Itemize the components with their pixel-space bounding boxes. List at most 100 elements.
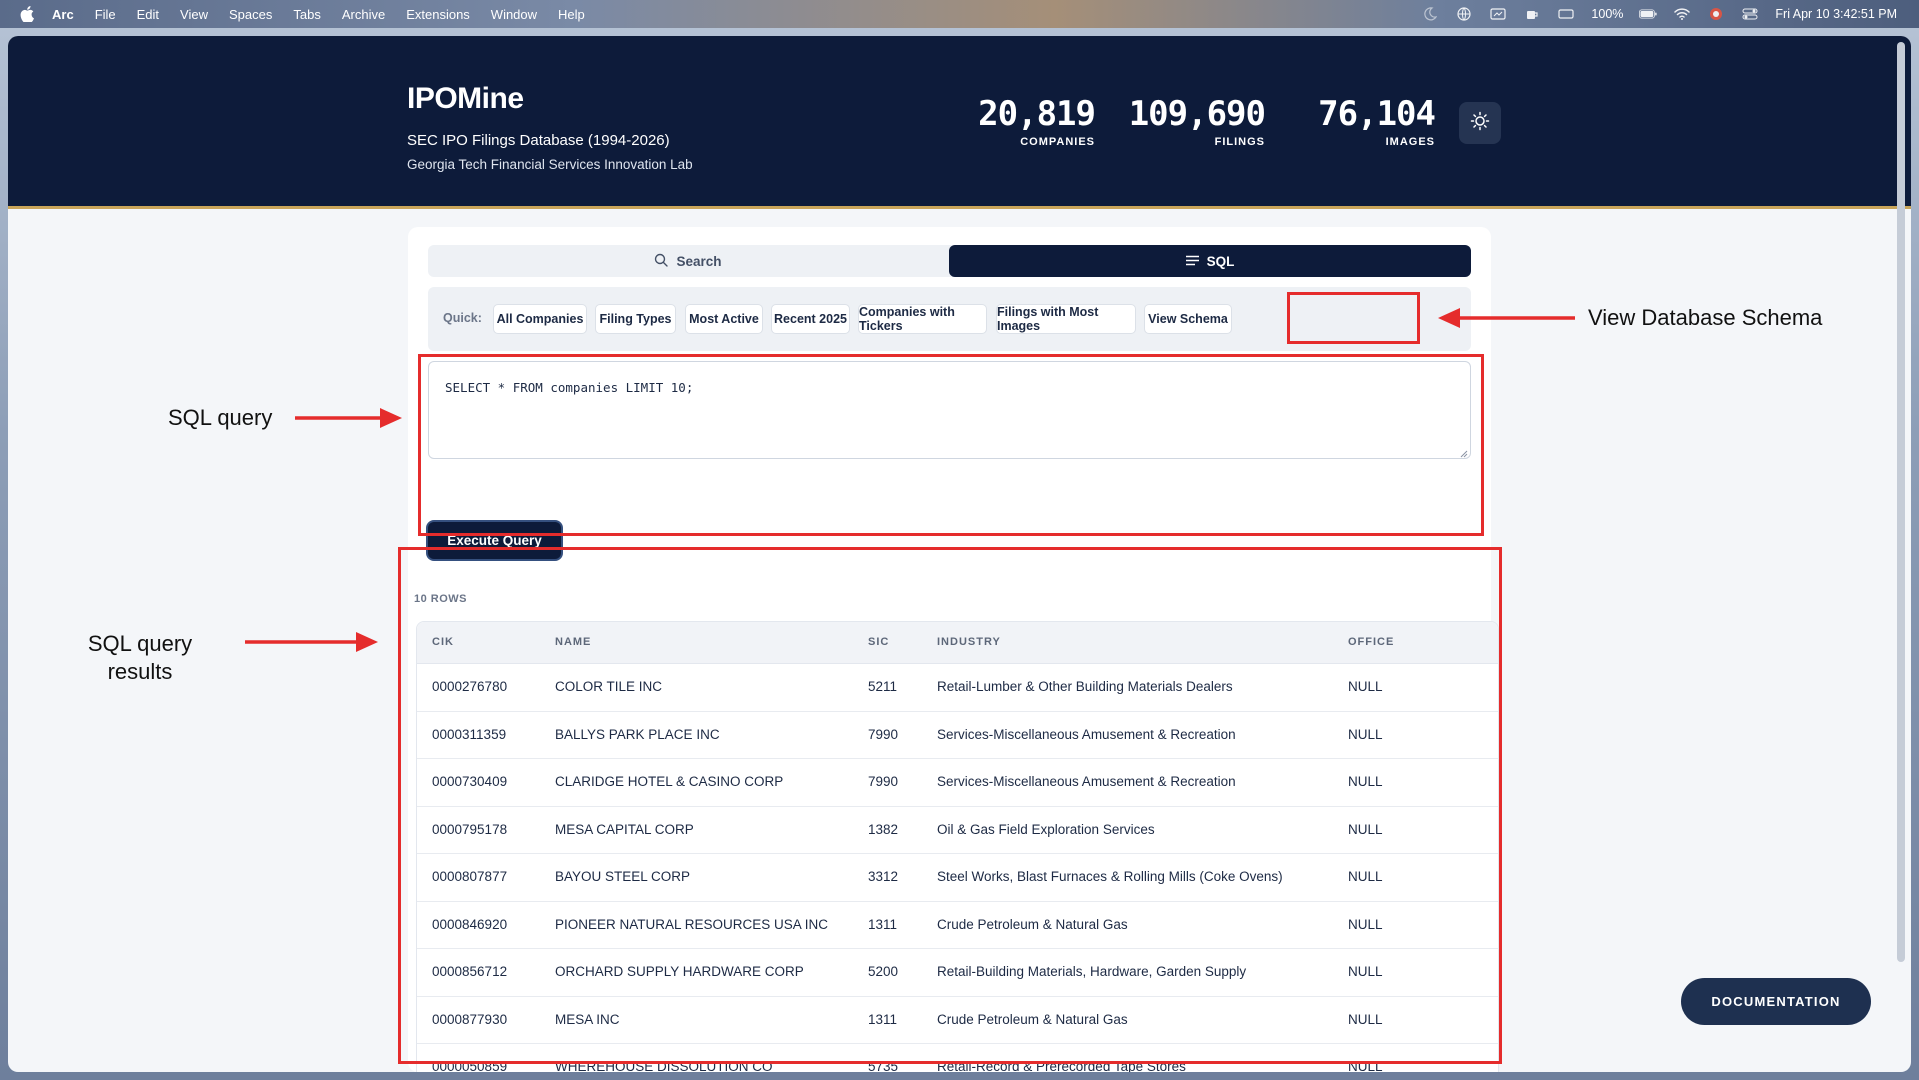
cell-industry: Services-Miscellaneous Amusement & Recre…	[937, 726, 1236, 742]
cell-industry: Retail-Record & Prerecorded Tape Stores	[937, 1059, 1186, 1072]
menu-window[interactable]: Window	[491, 7, 537, 22]
column-header-office[interactable]: OFFICE	[1348, 636, 1394, 648]
cell-industry: Services-Miscellaneous Amusement & Recre…	[937, 774, 1236, 789]
quick-all-companies-button[interactable]: All Companies	[493, 304, 587, 334]
resize-handle-icon[interactable]	[1458, 446, 1468, 458]
cell-name: BAYOU STEEL CORP	[555, 869, 691, 884]
cell-cik: 0000795178	[432, 821, 508, 837]
theme-toggle-button[interactable]	[1459, 102, 1501, 144]
cell-industry: Crude Petroleum & Natural Gas	[937, 916, 1128, 932]
macos-menubar: Arc File Edit View Spaces Tabs Archive E…	[0, 0, 1919, 28]
menu-file[interactable]: File	[95, 7, 116, 22]
column-header-cik[interactable]: CIK	[432, 636, 454, 648]
table-row[interactable]: 0000276780 COLOR TILE INC 5211 Retail-Lumbe…	[417, 664, 1498, 712]
cell-office: NULL	[1348, 964, 1383, 979]
mode-tabs: Search SQL	[428, 245, 1471, 277]
table-row[interactable]: 0000730409 CLARIDGE HOTEL & CASINO CORP 79…	[417, 759, 1498, 807]
menu-app-name[interactable]: Arc	[52, 7, 74, 22]
cell-sic: 7990	[868, 774, 899, 789]
documentation-button[interactable]: DOCUMENTATION	[1681, 978, 1871, 1025]
table-row[interactable]: 0000311359 BALLYS PARK PLACE INC 7990 Servi…	[417, 712, 1498, 759]
cell-industry: Retail-Building Materials, Hardware, Gar…	[937, 964, 1247, 979]
menu-extensions[interactable]: Extensions	[406, 7, 470, 22]
column-header-name[interactable]: NAME	[555, 636, 591, 648]
table-row[interactable]: 0000846920 PIONEER NATURAL RESOURCES USA …	[417, 902, 1498, 949]
quick-filings-most-images-button[interactable]: Filings with Most Images	[996, 304, 1136, 334]
profile-icon[interactable]	[1707, 7, 1725, 21]
results-row-count: 10 ROWS	[414, 593, 468, 605]
tab-label: SQL	[1206, 253, 1235, 269]
quick-most-active-button[interactable]: Most Active	[685, 304, 763, 334]
apple-logo-icon[interactable]	[20, 6, 36, 22]
cell-office: NULL	[1348, 916, 1383, 932]
tab-label: Search	[676, 253, 722, 269]
tab-search[interactable]: Search	[428, 245, 948, 277]
screen-icon[interactable]	[1489, 7, 1507, 21]
annotation-label-results: SQL query results	[84, 630, 196, 686]
window-scrollbar[interactable]	[1897, 42, 1905, 962]
table-row[interactable]: 0000050859 WHEREHOUSE DISSOLUTION CO 5735 R…	[417, 1044, 1498, 1072]
cell-cik: 0000311359	[432, 726, 507, 742]
battery-icon[interactable]	[1639, 7, 1658, 21]
tab-sql[interactable]: SQL	[949, 245, 1471, 277]
cell-office: NULL	[1348, 1011, 1383, 1027]
app-lab-name: Georgia Tech Financial Services Innovati…	[407, 157, 693, 172]
cell-office: NULL	[1348, 1059, 1383, 1072]
quick-companies-with-tickers-button[interactable]: Companies with Tickers	[858, 304, 987, 334]
menu-archive[interactable]: Archive	[342, 7, 385, 22]
stat-value: 20,819	[978, 94, 1096, 134]
column-header-sic[interactable]: SIC	[868, 636, 889, 648]
sql-query-text: SELECT * FROM companies LIMIT 10;	[445, 380, 694, 395]
table-row[interactable]: 0000795178 MESA CAPITAL CORP 1382 Oil & Gas…	[417, 807, 1498, 854]
cell-cik: 0000846920	[432, 916, 508, 932]
menu-spaces[interactable]: Spaces	[229, 7, 272, 22]
quick-recent-2025-button[interactable]: Recent 2025	[771, 304, 850, 334]
menu-view[interactable]: View	[180, 7, 208, 22]
execute-query-button[interactable]: Execute Query	[428, 522, 561, 559]
cell-cik: 0000877930	[432, 1011, 508, 1027]
stat-companies: 20,819 COMPANIES	[965, 94, 1096, 148]
quick-queries-bar: Quick: All Companies Filing Types Most A…	[428, 287, 1471, 351]
cell-industry: Crude Petroleum & Natural Gas	[937, 1011, 1128, 1027]
results-table: CIK NAME SIC INDUSTRY OFFICE 0000276780 C…	[416, 621, 1499, 1072]
annotation-label-results-line1: SQL query	[87, 631, 193, 656]
menu-edit[interactable]: Edit	[137, 7, 159, 22]
cell-sic: 1311	[868, 1011, 898, 1027]
cell-sic: 1382	[868, 821, 899, 837]
cell-name: BALLYS PARK PLACE INC	[555, 726, 720, 742]
quick-label: Quick:	[443, 311, 482, 325]
app-title[interactable]: IPOMine	[407, 82, 524, 116]
cell-industry: Steel Works, Blast Furnaces & Rolling Mi…	[937, 869, 1283, 884]
menu-help[interactable]: Help	[558, 7, 585, 22]
browser-window: IPOMine SEC IPO Filings Database (1994-2…	[8, 36, 1911, 1072]
annotation-arrow-results-icon	[245, 632, 378, 652]
moon-icon[interactable]	[1421, 7, 1439, 21]
table-row[interactable]: 0000877930 MESA INC 1311 Crude Petroleum & …	[417, 997, 1498, 1044]
sql-query-editor[interactable]: SELECT * FROM companies LIMIT 10;	[428, 361, 1471, 459]
cell-name: CLARIDGE HOTEL & CASINO CORP	[555, 774, 784, 789]
display-icon[interactable]	[1557, 7, 1575, 21]
table-row[interactable]: 0000807877 BAYOU STEEL CORP 3312 Steel Work…	[417, 854, 1498, 902]
column-header-industry[interactable]: INDUSTRY	[937, 636, 1001, 648]
query-card: Search SQL Quick: All Companies Filing T…	[408, 227, 1499, 1072]
stat-filings: 109,690 FILINGS	[1105, 94, 1266, 148]
cell-office: NULL	[1348, 869, 1383, 884]
menubar-clock[interactable]: Fri Apr 10 3:42:51 PM	[1775, 7, 1897, 21]
view-schema-button[interactable]: View Schema	[1144, 304, 1232, 334]
stat-label: COMPANIES	[1020, 136, 1095, 148]
cell-cik: 0000276780	[432, 679, 508, 694]
globe-icon[interactable]	[1455, 7, 1473, 21]
table-body: 0000276780 COLOR TILE INC 5211 Retail-Lumbe…	[417, 664, 1498, 1072]
quick-filing-types-button[interactable]: Filing Types	[595, 304, 676, 334]
menu-tabs[interactable]: Tabs	[293, 7, 320, 22]
wifi-icon[interactable]	[1673, 7, 1691, 21]
battery-percent: 100%	[1591, 7, 1624, 21]
control-center-icon[interactable]	[1741, 7, 1759, 21]
cell-name: COLOR TILE INC	[555, 679, 663, 694]
table-row[interactable]: 0000856712 ORCHARD SUPPLY HARDWARE CORP 52…	[417, 949, 1498, 997]
cell-sic: 7990	[868, 726, 899, 742]
annotation-arrow-query-icon	[295, 408, 402, 428]
cell-sic: 5211	[868, 679, 898, 694]
coffee-icon[interactable]	[1523, 7, 1541, 21]
cell-name: PIONEER NATURAL RESOURCES USA INC	[555, 916, 829, 932]
